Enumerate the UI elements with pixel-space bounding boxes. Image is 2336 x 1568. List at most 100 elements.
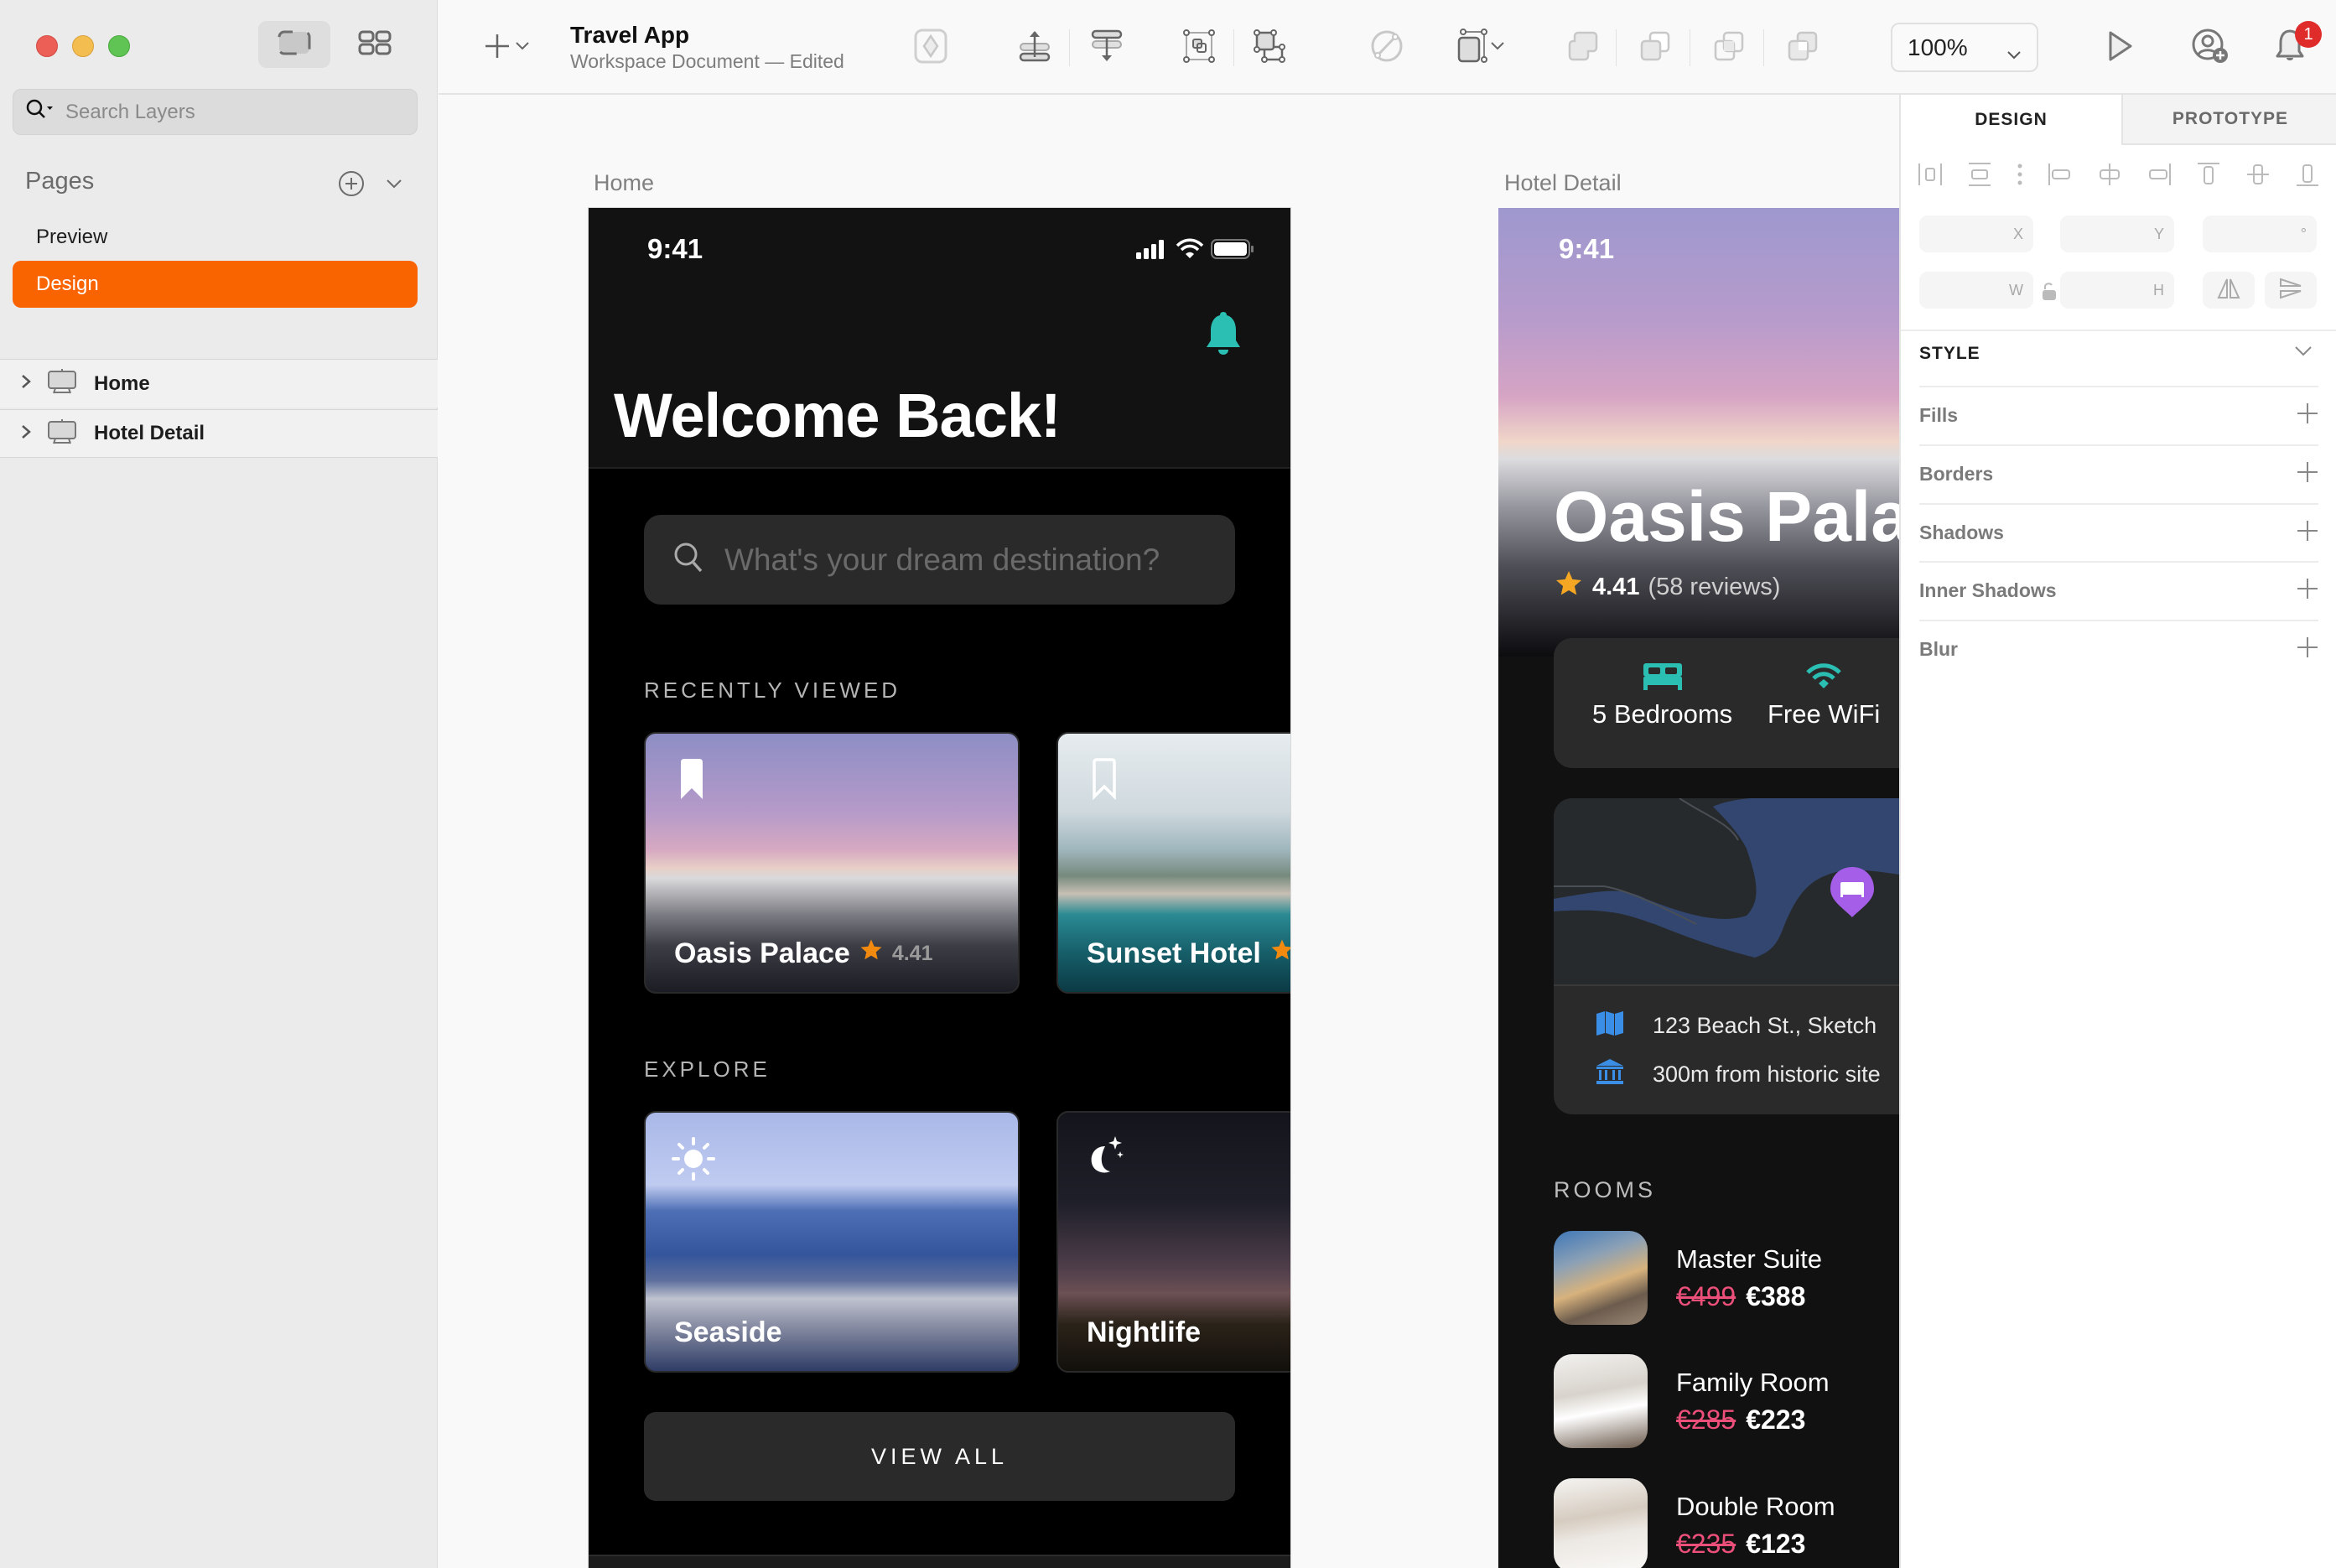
x-position-field[interactable]: X xyxy=(1919,215,2033,252)
sun-icon xyxy=(671,1136,716,1186)
hotel-card-oasis-palace[interactable]: Oasis Palace 4.41 xyxy=(644,732,1020,994)
page-item-preview[interactable]: Preview xyxy=(13,214,418,261)
add-page-icon[interactable] xyxy=(338,170,365,197)
room-name: Double Room xyxy=(1676,1491,1835,1521)
width-field[interactable]: W xyxy=(1919,272,2033,309)
align-bottom-icon[interactable] xyxy=(2295,162,2320,191)
style-row-label: Inner Shadows xyxy=(1919,579,2057,601)
room-item-master-suite[interactable]: Master Suite €499 €388 xyxy=(1554,1231,1822,1325)
landmark-line: 300m from historic site xyxy=(1596,1058,1881,1091)
explore-card-seaside[interactable]: Seaside xyxy=(644,1111,1020,1373)
add-dropdown-chevron-icon[interactable] xyxy=(510,25,535,67)
union-icon[interactable] xyxy=(1562,25,1604,67)
location-card[interactable]: 123 Beach St., Sketch 300m from historic… xyxy=(1554,798,1900,1114)
page-item-design[interactable]: Design xyxy=(13,261,418,308)
align-horizontal-center-icon[interactable] xyxy=(2097,162,2122,191)
add-inner-shadow-icon[interactable] xyxy=(2297,578,2318,604)
hotel-card-sunset-hotel[interactable]: Sunset Hotel xyxy=(1056,732,1290,994)
expand-chevron-icon[interactable] xyxy=(20,373,35,394)
layer-row-home[interactable]: Home xyxy=(0,359,438,408)
star-icon xyxy=(859,937,884,970)
hotel-name: Sunset Hotel xyxy=(1087,937,1261,969)
explore-card-nightlife[interactable]: Nightlife xyxy=(1056,1111,1290,1373)
components-view-button[interactable] xyxy=(339,21,411,68)
status-time: 9:41 xyxy=(647,233,703,264)
layers-sidebar: Pages Preview Design Home Hotel Detail xyxy=(0,0,438,1568)
zoom-window-button[interactable] xyxy=(108,35,130,57)
bookmark-filled-icon[interactable] xyxy=(677,757,706,805)
flip-vertical-button[interactable] xyxy=(2265,272,2317,309)
style-row-borders[interactable]: Borders xyxy=(1919,444,2318,502)
align-vertical-center-icon[interactable] xyxy=(2245,162,2271,191)
map-view[interactable] xyxy=(1554,798,1900,986)
artboard-label-home[interactable]: Home xyxy=(594,170,654,196)
room-item-family-room[interactable]: Family Room €285 €223 xyxy=(1554,1354,1830,1448)
search-layers-input[interactable] xyxy=(65,100,401,124)
hotel-map-pin-icon[interactable] xyxy=(1829,865,1876,925)
group-icon[interactable] xyxy=(1178,25,1220,67)
home-artboard[interactable]: 9:41 Welcome Back! RECENTLY VIEWED xyxy=(589,208,1290,1568)
add-shadow-icon[interactable] xyxy=(2297,520,2318,546)
distribute-vertical-icon[interactable] xyxy=(1967,162,1992,191)
align-left-icon[interactable] xyxy=(2048,162,2073,191)
room-item-double-room[interactable]: Double Room €235 €123 xyxy=(1554,1478,1835,1568)
chevron-down-icon[interactable] xyxy=(2293,345,2313,362)
star-icon xyxy=(1554,569,1584,605)
height-field[interactable]: H xyxy=(2060,272,2174,309)
room-old-price: €499 xyxy=(1676,1280,1736,1311)
add-fill-icon[interactable] xyxy=(2297,402,2318,428)
add-blur-icon[interactable] xyxy=(2297,636,2318,662)
y-field-label: Y xyxy=(2153,225,2164,242)
tab-prototype[interactable]: PROTOTYPE xyxy=(2121,95,2336,145)
address-line: 123 Beach St., Sketch xyxy=(1596,1010,1877,1041)
invite-user-icon[interactable] xyxy=(2189,25,2231,67)
collapse-pages-icon[interactable] xyxy=(384,174,404,194)
add-border-icon[interactable] xyxy=(2297,461,2318,487)
expand-chevron-icon[interactable] xyxy=(20,423,35,444)
y-position-field[interactable]: Y xyxy=(2060,215,2174,252)
artboard-label-hotel-detail[interactable]: Hotel Detail xyxy=(1504,170,1622,196)
hotel-review-count[interactable]: (58 reviews) xyxy=(1648,574,1780,601)
difference-icon[interactable] xyxy=(1782,25,1824,67)
subtract-icon[interactable] xyxy=(1634,25,1676,67)
distribute-horizontal-icon[interactable] xyxy=(1918,162,1943,191)
create-symbol-icon[interactable] xyxy=(910,25,952,67)
style-row-shadows[interactable]: Shadows xyxy=(1919,503,2318,561)
intersect-icon[interactable] xyxy=(1708,25,1750,67)
move-forward-icon[interactable] xyxy=(1014,25,1056,67)
minimize-window-button[interactable] xyxy=(72,35,94,57)
room-thumbnail xyxy=(1554,1354,1648,1448)
align-top-icon[interactable] xyxy=(2196,162,2221,191)
ungroup-icon[interactable] xyxy=(1250,25,1292,67)
search-layers-field[interactable] xyxy=(13,89,418,135)
move-backward-icon[interactable] xyxy=(1086,25,1128,67)
resize-dropdown-chevron-icon[interactable] xyxy=(1485,25,1510,67)
destination-search-input[interactable] xyxy=(724,542,1228,578)
rotation-field[interactable]: ° xyxy=(2203,215,2317,252)
play-icon[interactable] xyxy=(2099,25,2141,67)
destination-search[interactable] xyxy=(644,515,1235,605)
style-row-label: Blur xyxy=(1919,638,1958,660)
close-window-button[interactable] xyxy=(36,35,58,57)
edit-path-icon[interactable] xyxy=(1366,25,1408,67)
home-header: 9:41 Welcome Back! xyxy=(589,208,1290,469)
status-icons xyxy=(1135,238,1254,264)
tab-design[interactable]: DESIGN xyxy=(1901,95,2121,145)
layer-row-hotel-detail[interactable]: Hotel Detail xyxy=(0,409,438,458)
canvas-view-button[interactable] xyxy=(258,21,330,68)
style-section-header[interactable]: STYLE xyxy=(1919,344,1980,364)
style-row-blur[interactable]: Blur xyxy=(1919,620,2318,678)
view-all-button[interactable]: VIEW ALL xyxy=(644,1412,1235,1501)
style-row-inner-shadows[interactable]: Inner Shadows xyxy=(1919,561,2318,619)
pages-heading: Pages xyxy=(25,168,95,195)
bookmark-outline-icon[interactable] xyxy=(1090,757,1119,805)
align-right-icon[interactable] xyxy=(2147,162,2172,191)
notification-bell-icon[interactable] xyxy=(1203,310,1243,361)
style-row-label: Fills xyxy=(1919,404,1959,426)
hotel-detail-artboard[interactable]: 9:41 Oasis Palace 4.41 (58 reviews) 5 Be… xyxy=(1498,208,1900,1568)
page-label: Preview xyxy=(36,226,108,248)
style-row-fills[interactable]: Fills xyxy=(1919,386,2318,444)
lock-ratio-icon[interactable] xyxy=(2042,281,2057,305)
more-options-icon[interactable] xyxy=(2017,162,2023,191)
flip-horizontal-button[interactable] xyxy=(2203,272,2255,309)
